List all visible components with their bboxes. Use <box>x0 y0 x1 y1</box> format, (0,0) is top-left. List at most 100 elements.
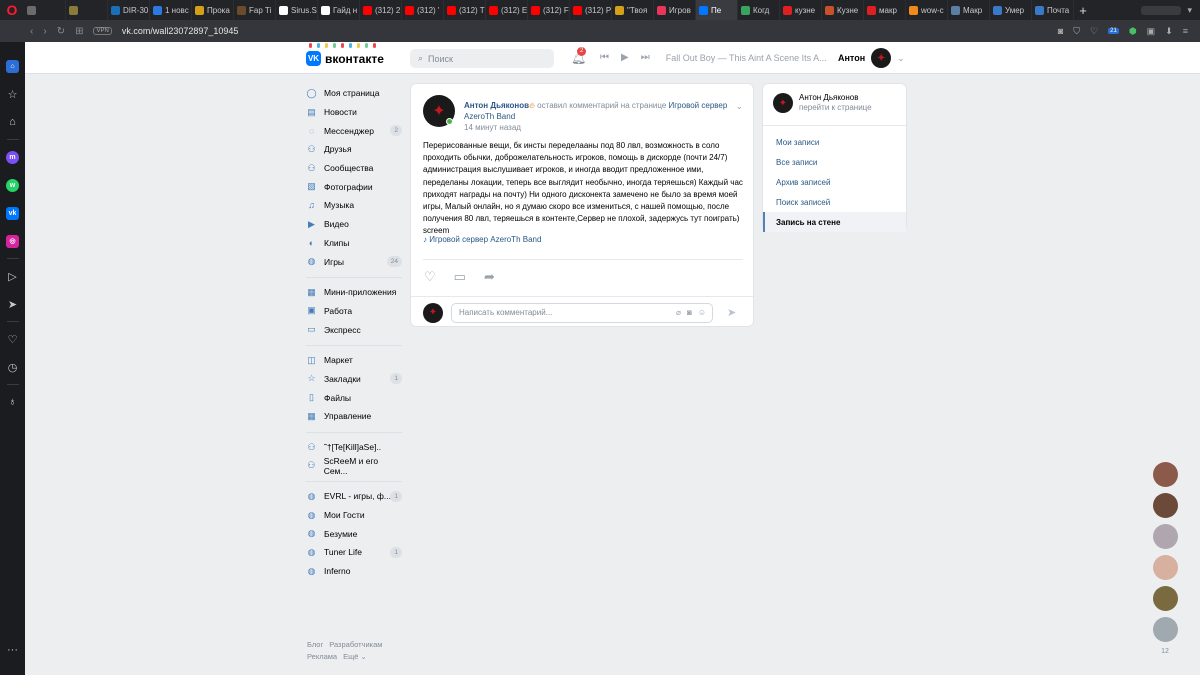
wall-menu-item[interactable]: Архив записей <box>763 172 906 192</box>
notifications-button[interactable]: 🔔︎ 2 <box>571 47 587 65</box>
footer-link[interactable]: Разработчикам <box>329 640 382 649</box>
opera-logo-icon[interactable]: O <box>0 0 24 20</box>
more-icon[interactable]: ··· <box>0 636 25 664</box>
home-icon[interactable]: ⌂ <box>0 52 25 80</box>
vk-icon[interactable]: vk <box>0 199 25 227</box>
browser-tab[interactable]: Sirus.S <box>276 0 318 20</box>
sidebar-item[interactable]: ◫ Маркет <box>306 351 402 370</box>
friend-avatar[interactable] <box>1152 462 1178 487</box>
footer-link[interactable]: Реклама <box>307 652 337 661</box>
browser-tab[interactable]: wow-c <box>906 0 948 20</box>
sidebar-item[interactable]: ▤ Новости <box>306 103 402 122</box>
sidebar-item[interactable]: ▧ Фотографии <box>306 177 402 196</box>
sidebar-item[interactable]: ◌ Мессенджер 2 <box>306 121 402 140</box>
sidebar-item[interactable]: ▯ Файлы <box>306 388 402 407</box>
browser-tab[interactable]: (312) P <box>570 0 612 20</box>
send-icon[interactable]: ➤ <box>0 290 25 318</box>
wall-menu-item[interactable]: Поиск записей <box>763 192 906 212</box>
track-title[interactable]: Fall Out Boy — This Aint A Scene Its A..… <box>666 53 827 63</box>
share-icon[interactable]: ➦ <box>484 269 495 285</box>
browser-tab[interactable]: Кузне <box>822 0 864 20</box>
wall-menu-item[interactable]: Все записи <box>763 152 906 172</box>
comment-input[interactable]: Написать комментарий... ⌀ ◙ ☺ <box>451 302 713 323</box>
url-field[interactable]: vk.com/wall23072897_10945 <box>122 26 239 36</box>
forward-icon[interactable]: › <box>43 26 46 37</box>
browser-tab[interactable]: Умер <box>990 0 1032 20</box>
heart-icon[interactable]: ♡ <box>0 325 25 353</box>
search-input[interactable]: ⌕ Поиск <box>410 49 554 68</box>
browser-tab[interactable]: DIR-30 <box>108 0 150 20</box>
extension-icon[interactable]: ⬢ <box>1129 26 1137 37</box>
whatsapp-icon[interactable]: w <box>0 171 25 199</box>
author-name[interactable]: Антон Дьяконов <box>464 101 529 110</box>
browser-tab[interactable]: Fap Ti <box>234 0 276 20</box>
sidebar-item[interactable]: ♫ Музыка <box>306 196 402 215</box>
browser-tab[interactable]: Гайд н <box>318 0 360 20</box>
wall-menu-item[interactable]: Мои записи <box>763 132 906 152</box>
sidebar-item[interactable]: ◯ Моя страница <box>306 84 402 103</box>
sidebar-item[interactable]: ◍ Tuner Life 1 <box>306 543 402 562</box>
chevron-down-icon[interactable]: ⌄ <box>735 101 743 112</box>
camera-icon[interactable]: ◙ <box>687 308 692 317</box>
previous-track-icon[interactable]: ⏮︎ <box>600 52 609 63</box>
like-icon[interactable]: ♡ <box>424 269 436 285</box>
browser-tab[interactable]: Игров <box>654 0 696 20</box>
sidebar-item[interactable]: ▶ Видео <box>306 215 402 234</box>
sidebar-item[interactable]: ▣ Работа <box>306 302 402 321</box>
sidebar-item[interactable]: ◐ Клипы <box>306 234 402 253</box>
browser-tab[interactable] <box>66 0 108 20</box>
messenger-icon[interactable]: m <box>0 143 25 171</box>
sidebar-item[interactable]: ◍ EVRL - игры, ф... 1 <box>306 487 402 506</box>
attach-icon[interactable]: ⌀ <box>676 308 681 317</box>
sidebar-item[interactable]: ⚇ ˜†[Te[Kill]aSe].. <box>306 438 402 457</box>
heart-icon[interactable]: ♡ <box>1090 26 1098 37</box>
friend-avatar[interactable] <box>1152 524 1178 549</box>
send-icon[interactable]: ➤ <box>727 306 736 319</box>
browser-tab[interactable]: кузне <box>780 0 822 20</box>
extension-icon[interactable]: ▣ <box>1147 26 1156 37</box>
browser-tab[interactable]: (312) E <box>486 0 528 20</box>
bookmark-icon[interactable]: ☆ <box>0 80 25 108</box>
browser-tab[interactable]: Пе <box>696 0 738 20</box>
sidebar-item[interactable]: ◍ Безумие <box>306 524 402 543</box>
footer-link[interactable]: Блог <box>307 640 323 649</box>
instagram-icon[interactable]: ◎ <box>0 227 25 255</box>
footer-link[interactable]: Ещё ⌄ <box>343 652 367 661</box>
clock-icon[interactable]: ◷ <box>0 353 25 381</box>
player-icon[interactable]: ▷ <box>0 262 25 290</box>
reload-icon[interactable]: ↻ <box>57 26 65 37</box>
blurred-tab[interactable] <box>1141 5 1182 15</box>
sidebar-item[interactable]: ☆ Закладки 1 <box>306 370 402 389</box>
friends-count[interactable]: 12 <box>1161 648 1169 655</box>
menu-icon[interactable]: ≡ <box>1183 26 1188 36</box>
shield-icon[interactable]: ⛉ <box>1073 26 1080 37</box>
history-icon[interactable]: ⌂ <box>0 108 25 136</box>
new-tab-button[interactable]: + <box>1074 0 1092 20</box>
user-menu[interactable]: Антон ✦ ⌄ <box>838 48 905 68</box>
sidebar-item[interactable]: ▦ Мини-приложения <box>306 283 402 302</box>
browser-tab[interactable]: "Твоя <box>612 0 654 20</box>
browser-tab[interactable]: (312) T <box>444 0 486 20</box>
extension-badge[interactable]: 21 <box>1108 28 1119 34</box>
sidebar-item[interactable]: ◍ Inferno <box>306 562 402 581</box>
post-source-link[interactable]: ♪ Игровой сервер AzeroTh Band <box>423 235 541 244</box>
comment-icon[interactable]: ▭ <box>454 269 466 285</box>
browser-tab[interactable]: (312) ' <box>402 0 444 20</box>
browser-tab[interactable]: Макр <box>948 0 990 20</box>
browser-tab[interactable]: (312) 2 <box>360 0 402 20</box>
speed-dial-icon[interactable]: ⊞ <box>75 26 83 37</box>
emoji-icon[interactable]: ☺ <box>698 308 706 317</box>
sidebar-item[interactable]: ⚇ Сообщества <box>306 159 402 178</box>
friend-avatar[interactable] <box>1152 493 1178 518</box>
browser-tab[interactable]: Прока <box>192 0 234 20</box>
sidebar-item[interactable]: ⚇ ScReeM и его Сем... <box>306 456 402 476</box>
vpn-badge[interactable]: VPN <box>93 27 112 35</box>
browser-tab[interactable]: Когд <box>738 0 780 20</box>
sidebar-item[interactable]: ◍ Мои Гости <box>306 506 402 525</box>
minimize-icon[interactable]: ▾ <box>1187 5 1192 16</box>
browser-tab[interactable]: 1 новс <box>150 0 192 20</box>
browser-tab[interactable] <box>24 0 66 20</box>
browser-tab[interactable]: (312) F <box>528 0 570 20</box>
next-track-icon[interactable]: ⏭︎ <box>641 52 650 63</box>
friend-avatar[interactable] <box>1152 586 1178 611</box>
